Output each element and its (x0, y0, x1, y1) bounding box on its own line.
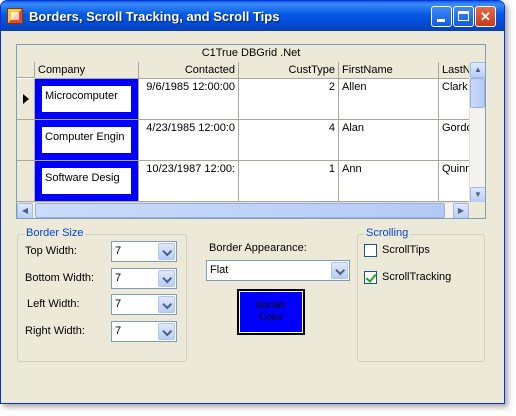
border-size-title: Border Size (24, 227, 86, 239)
close-icon: ✕ (480, 9, 491, 24)
right-width-value: 7 (115, 325, 122, 337)
column-header-custtype[interactable]: CustType (239, 62, 339, 78)
row-selector-header (17, 62, 35, 78)
grid-header: Company Contacted CustType FirstName Las… (35, 62, 479, 79)
minimize-button[interactable] (431, 6, 452, 27)
arrow-right-icon: ▶ (457, 206, 465, 215)
title-bar[interactable]: Borders, Scroll Tracking, and Scroll Tip… (1, 1, 504, 31)
contacted-cell[interactable]: 9/6/1985 12:00:00 (139, 79, 239, 119)
border-color-label: Border Color (255, 300, 286, 323)
table-row[interactable]: Computer Engin 4/23/1985 12:00:0 4 Alan … (17, 120, 479, 161)
scrolling-title: Scrolling (364, 227, 411, 239)
scroll-left-button[interactable]: ◀ (17, 203, 33, 218)
scroll-corner (469, 202, 485, 218)
arrow-down-icon: ▼ (474, 190, 482, 199)
company-cell[interactable]: Computer Engin (35, 120, 139, 160)
firstname-cell[interactable]: Allen (339, 79, 439, 119)
top-width-select[interactable]: 7 (111, 241, 177, 262)
grid-caption: C1True DBGrid .Net (17, 45, 485, 63)
row-selector[interactable] (17, 120, 35, 160)
column-header-contacted[interactable]: Contacted (139, 62, 239, 78)
data-grid[interactable]: C1True DBGrid .Net Company Contacted Cus… (16, 44, 486, 219)
main-window: Borders, Scroll Tracking, and Scroll Tip… (0, 0, 505, 404)
scroll-down-button[interactable]: ▼ (470, 187, 485, 203)
chevron-down-icon[interactable] (158, 323, 175, 340)
arrow-up-icon: ▲ (474, 65, 482, 74)
right-width-select[interactable]: 7 (111, 321, 177, 342)
bottom-width-value: 7 (115, 272, 122, 284)
scrolltracking-checkbox[interactable] (364, 271, 377, 284)
row-selector[interactable] (17, 79, 35, 119)
contacted-cell[interactable]: 10/23/1987 12:00: (139, 161, 239, 201)
column-header-firstname[interactable]: FirstName (339, 62, 439, 78)
custtype-cell[interactable]: 2 (239, 79, 339, 119)
chevron-down-icon[interactable] (331, 262, 348, 279)
arrow-left-icon: ◀ (21, 206, 29, 215)
close-button[interactable]: ✕ (475, 6, 496, 27)
company-cell[interactable]: Software Desig (35, 161, 139, 201)
vertical-scroll-thumb[interactable] (470, 78, 485, 108)
horizontal-scrollbar[interactable]: ◀ ▶ (17, 202, 469, 218)
border-appearance-select[interactable]: Flat (206, 260, 350, 281)
company-cell[interactable]: Microcomputer (35, 79, 139, 119)
left-width-label: Left Width: (27, 298, 80, 310)
company-value: Microcomputer (42, 86, 131, 112)
bottom-width-label: Bottom Width: (25, 272, 95, 284)
column-header-company[interactable]: Company (35, 62, 139, 78)
chevron-down-icon[interactable] (158, 243, 175, 260)
table-row[interactable]: Microcomputer 9/6/1985 12:00:00 2 Allen … (17, 79, 479, 120)
border-color-button[interactable]: Border Color (237, 289, 305, 335)
scroll-up-button[interactable]: ▲ (470, 62, 485, 78)
table-row[interactable]: Software Desig 10/23/1987 12:00: 1 Ann Q… (17, 161, 479, 202)
company-value: Computer Engin (42, 127, 131, 153)
chevron-down-icon[interactable] (158, 270, 175, 287)
horizontal-scroll-thumb[interactable] (35, 203, 445, 218)
contacted-cell[interactable]: 4/23/1985 12:00:0 (139, 120, 239, 160)
minimize-icon (437, 19, 445, 22)
firstname-cell[interactable]: Alan (339, 120, 439, 160)
right-width-label: Right Width: (25, 325, 85, 337)
custtype-cell[interactable]: 4 (239, 120, 339, 160)
maximize-icon (458, 11, 469, 21)
top-width-label: Top Width: (25, 245, 77, 257)
row-selector[interactable] (17, 161, 35, 201)
custtype-cell[interactable]: 1 (239, 161, 339, 201)
firstname-cell[interactable]: Ann (339, 161, 439, 201)
chevron-down-icon[interactable] (158, 296, 175, 313)
company-value: Software Desig (42, 168, 131, 194)
current-row-pointer-icon (23, 94, 29, 104)
scroll-right-button[interactable]: ▶ (453, 203, 469, 218)
top-width-value: 7 (115, 245, 122, 257)
app-icon[interactable] (7, 8, 23, 24)
bottom-width-select[interactable]: 7 (111, 268, 177, 289)
maximize-button[interactable] (453, 6, 474, 27)
scrolltips-label[interactable]: ScrollTips (382, 244, 430, 256)
checkmark-icon (365, 271, 377, 283)
vertical-scrollbar[interactable]: ▲ ▼ (469, 62, 485, 203)
border-appearance-label: Border Appearance: (209, 242, 307, 254)
left-width-value: 7 (115, 298, 122, 310)
scrolltips-checkbox[interactable] (364, 244, 377, 257)
left-width-select[interactable]: 7 (111, 294, 177, 315)
window-title: Borders, Scroll Tracking, and Scroll Tip… (29, 9, 280, 24)
scrolltracking-label[interactable]: ScrollTracking (382, 271, 451, 283)
border-appearance-value: Flat (210, 264, 229, 276)
